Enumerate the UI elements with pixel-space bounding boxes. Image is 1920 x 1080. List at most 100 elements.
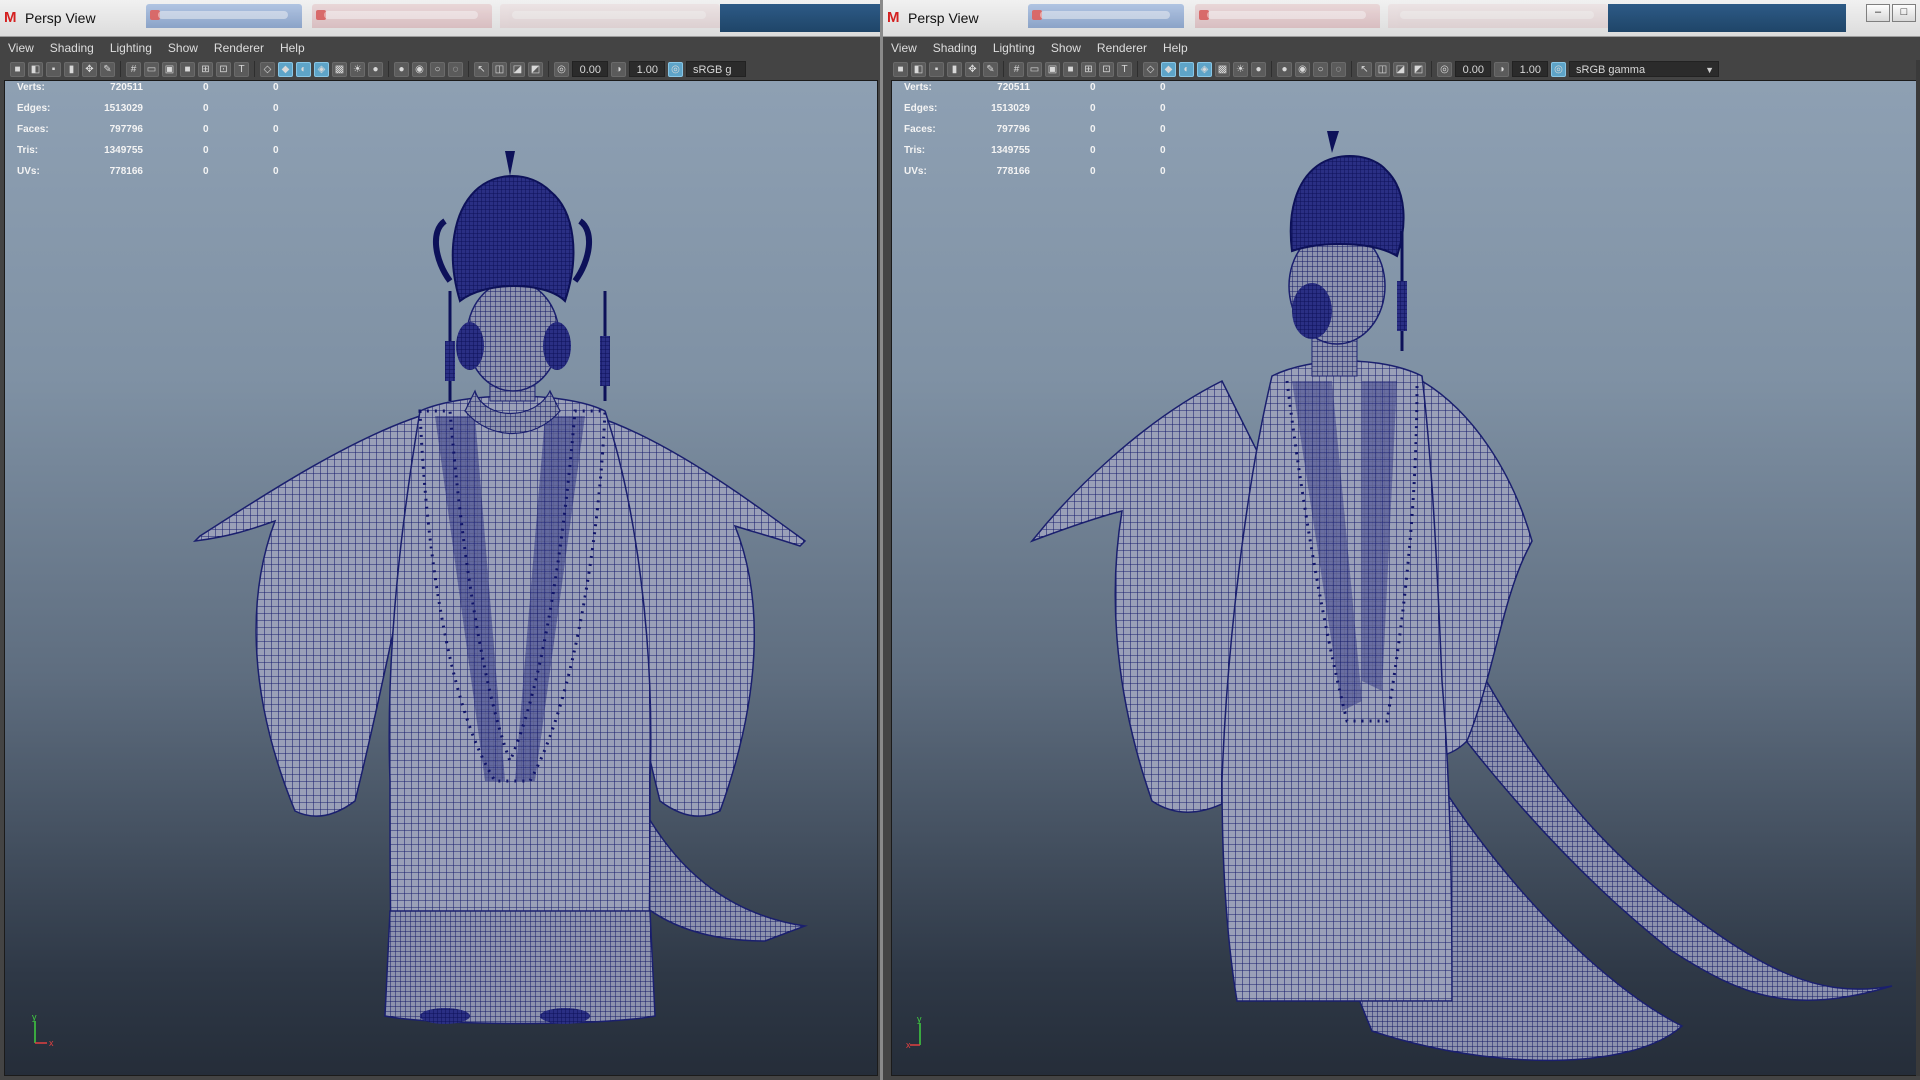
wireframe-icon[interactable]: ◇	[1143, 61, 1158, 77]
grid-icon[interactable]: #	[126, 61, 141, 77]
textured-icon[interactable]: ▩	[332, 61, 347, 77]
xray-joints-icon[interactable]: ◩	[1411, 61, 1426, 77]
motion-blur-icon[interactable]: ◉	[1295, 61, 1310, 77]
anti-aliasing-icon[interactable]: ○	[430, 61, 445, 77]
menu-help[interactable]: Help	[272, 41, 313, 55]
menu-view[interactable]: View	[883, 41, 925, 55]
safe-title-icon[interactable]: T	[1117, 61, 1132, 77]
bookmark-icon[interactable]: ▪	[46, 61, 61, 77]
wireframe-icon[interactable]: ◇	[260, 61, 275, 77]
menu-lighting[interactable]: Lighting	[102, 41, 160, 55]
use-all-lights-icon[interactable]: ☀	[1233, 61, 1248, 77]
depth-of-field-icon[interactable]: ◌	[1331, 61, 1346, 77]
image-plane-icon[interactable]: ▮	[64, 61, 79, 77]
title-bar[interactable]: M Persp View – □	[883, 0, 1920, 37]
viewport-canvas[interactable]: Verts: 720511 0 0 Edges: 1513029 0 0 Faces: 797…	[4, 80, 878, 1076]
bookmark-icon[interactable]: ▪	[929, 61, 944, 77]
xray-icon[interactable]: ◫	[1375, 61, 1390, 77]
smooth-shade-icon[interactable]: ◆	[278, 61, 293, 77]
panel-edge	[1916, 60, 1920, 1076]
menu-renderer[interactable]: Renderer	[1089, 41, 1155, 55]
exposure-icon[interactable]: ◎	[554, 61, 569, 77]
maya-logo-icon: M	[887, 9, 900, 26]
color-management-icon[interactable]: ◎	[668, 61, 683, 77]
menu-show[interactable]: Show	[1043, 41, 1089, 55]
safe-action-icon[interactable]: ⊡	[216, 61, 231, 77]
use-all-lights-icon[interactable]: ☀	[350, 61, 365, 77]
grease-pencil-icon[interactable]: ✎	[983, 61, 998, 77]
select-camera-icon[interactable]: ■	[10, 61, 25, 77]
window-title: Persp View	[25, 10, 96, 26]
toolbar-separator	[1271, 61, 1272, 77]
xray-icon[interactable]: ◫	[492, 61, 507, 77]
gate-mask-icon[interactable]: ■	[1063, 61, 1078, 77]
menu-shading[interactable]: Shading	[925, 41, 985, 55]
taskbar-tab-blurred[interactable]	[1028, 4, 1184, 28]
film-gate-icon[interactable]: ▭	[144, 61, 159, 77]
resolution-gate-icon[interactable]: ▣	[162, 61, 177, 77]
resolution-gate-icon[interactable]: ▣	[1045, 61, 1060, 77]
menu-show[interactable]: Show	[160, 41, 206, 55]
gate-mask-icon[interactable]: ■	[180, 61, 195, 77]
menu-shading[interactable]: Shading	[42, 41, 102, 55]
menu-lighting[interactable]: Lighting	[985, 41, 1043, 55]
screen-space-ao-icon[interactable]: ●	[394, 61, 409, 77]
xray-active-icon[interactable]: ◪	[1393, 61, 1408, 77]
menu-help[interactable]: Help	[1155, 41, 1196, 55]
menu-renderer[interactable]: Renderer	[206, 41, 272, 55]
color-space-dropdown[interactable]: sRGB gamma ▼	[1569, 61, 1719, 77]
toolbar-separator	[1003, 61, 1004, 77]
screen-space-ao-icon[interactable]: ●	[1277, 61, 1292, 77]
default-material-icon[interactable]: ◐	[1179, 61, 1194, 77]
gamma-icon[interactable]: ◑	[611, 61, 626, 77]
xray-active-icon[interactable]: ◪	[510, 61, 525, 77]
safe-title-icon[interactable]: T	[234, 61, 249, 77]
exposure-icon[interactable]: ◎	[1437, 61, 1452, 77]
motion-blur-icon[interactable]: ◉	[412, 61, 427, 77]
wireframe-character-front[interactable]	[5, 81, 878, 1071]
taskbar-tab-blurred[interactable]	[1195, 4, 1380, 28]
safe-action-icon[interactable]: ⊡	[1099, 61, 1114, 77]
grid-icon[interactable]: #	[1009, 61, 1024, 77]
select-camera-icon[interactable]: ■	[893, 61, 908, 77]
maximize-icon[interactable]: □	[1892, 4, 1916, 22]
2d-pan-zoom-icon[interactable]: ✥	[82, 61, 97, 77]
depth-of-field-icon[interactable]: ◌	[448, 61, 463, 77]
gamma-field[interactable]: 1.00	[1512, 61, 1548, 77]
shadows-icon[interactable]: ●	[368, 61, 383, 77]
taskbar-tab-blurred[interactable]	[500, 4, 720, 28]
xray-joints-icon[interactable]: ◩	[528, 61, 543, 77]
wireframe-on-shaded-icon[interactable]: ◈	[1197, 61, 1212, 77]
field-chart-icon[interactable]: ⊞	[198, 61, 213, 77]
gamma-icon[interactable]: ◑	[1494, 61, 1509, 77]
textured-icon[interactable]: ▩	[1215, 61, 1230, 77]
viewport-canvas[interactable]: Verts: 720511 0 0 Edges: 1513029 0 0 Faces: 797…	[891, 80, 1918, 1076]
isolate-select-icon[interactable]: ↖	[474, 61, 489, 77]
shadows-icon[interactable]: ●	[1251, 61, 1266, 77]
menu-view[interactable]: View	[0, 41, 42, 55]
image-plane-icon[interactable]: ▮	[947, 61, 962, 77]
gamma-field[interactable]: 1.00	[629, 61, 665, 77]
taskbar-tab-blurred[interactable]	[1388, 4, 1608, 28]
film-gate-icon[interactable]: ▭	[1027, 61, 1042, 77]
grease-pencil-icon[interactable]: ✎	[100, 61, 115, 77]
camera-attributes-icon[interactable]: ◧	[28, 61, 43, 77]
minimize-icon[interactable]: –	[1866, 4, 1890, 22]
color-management-icon[interactable]: ◎	[1551, 61, 1566, 77]
title-bar[interactable]: M Persp View	[0, 0, 880, 37]
2d-pan-zoom-icon[interactable]: ✥	[965, 61, 980, 77]
color-space-dropdown[interactable]: sRGB g	[686, 61, 746, 77]
taskbar-tab-blurred[interactable]	[146, 4, 302, 28]
isolate-select-icon[interactable]: ↖	[1357, 61, 1372, 77]
wireframe-on-shaded-icon[interactable]: ◈	[314, 61, 329, 77]
camera-attributes-icon[interactable]: ◧	[911, 61, 926, 77]
field-chart-icon[interactable]: ⊞	[1081, 61, 1096, 77]
exposure-field[interactable]: 0.00	[1455, 61, 1491, 77]
smooth-shade-icon[interactable]: ◆	[1161, 61, 1176, 77]
default-material-icon[interactable]: ◐	[296, 61, 311, 77]
wireframe-character-back[interactable]	[892, 81, 1918, 1071]
exposure-field[interactable]: 0.00	[572, 61, 608, 77]
anti-aliasing-icon[interactable]: ○	[1313, 61, 1328, 77]
blurred-tab-label	[512, 11, 706, 19]
taskbar-tab-blurred[interactable]	[312, 4, 492, 28]
